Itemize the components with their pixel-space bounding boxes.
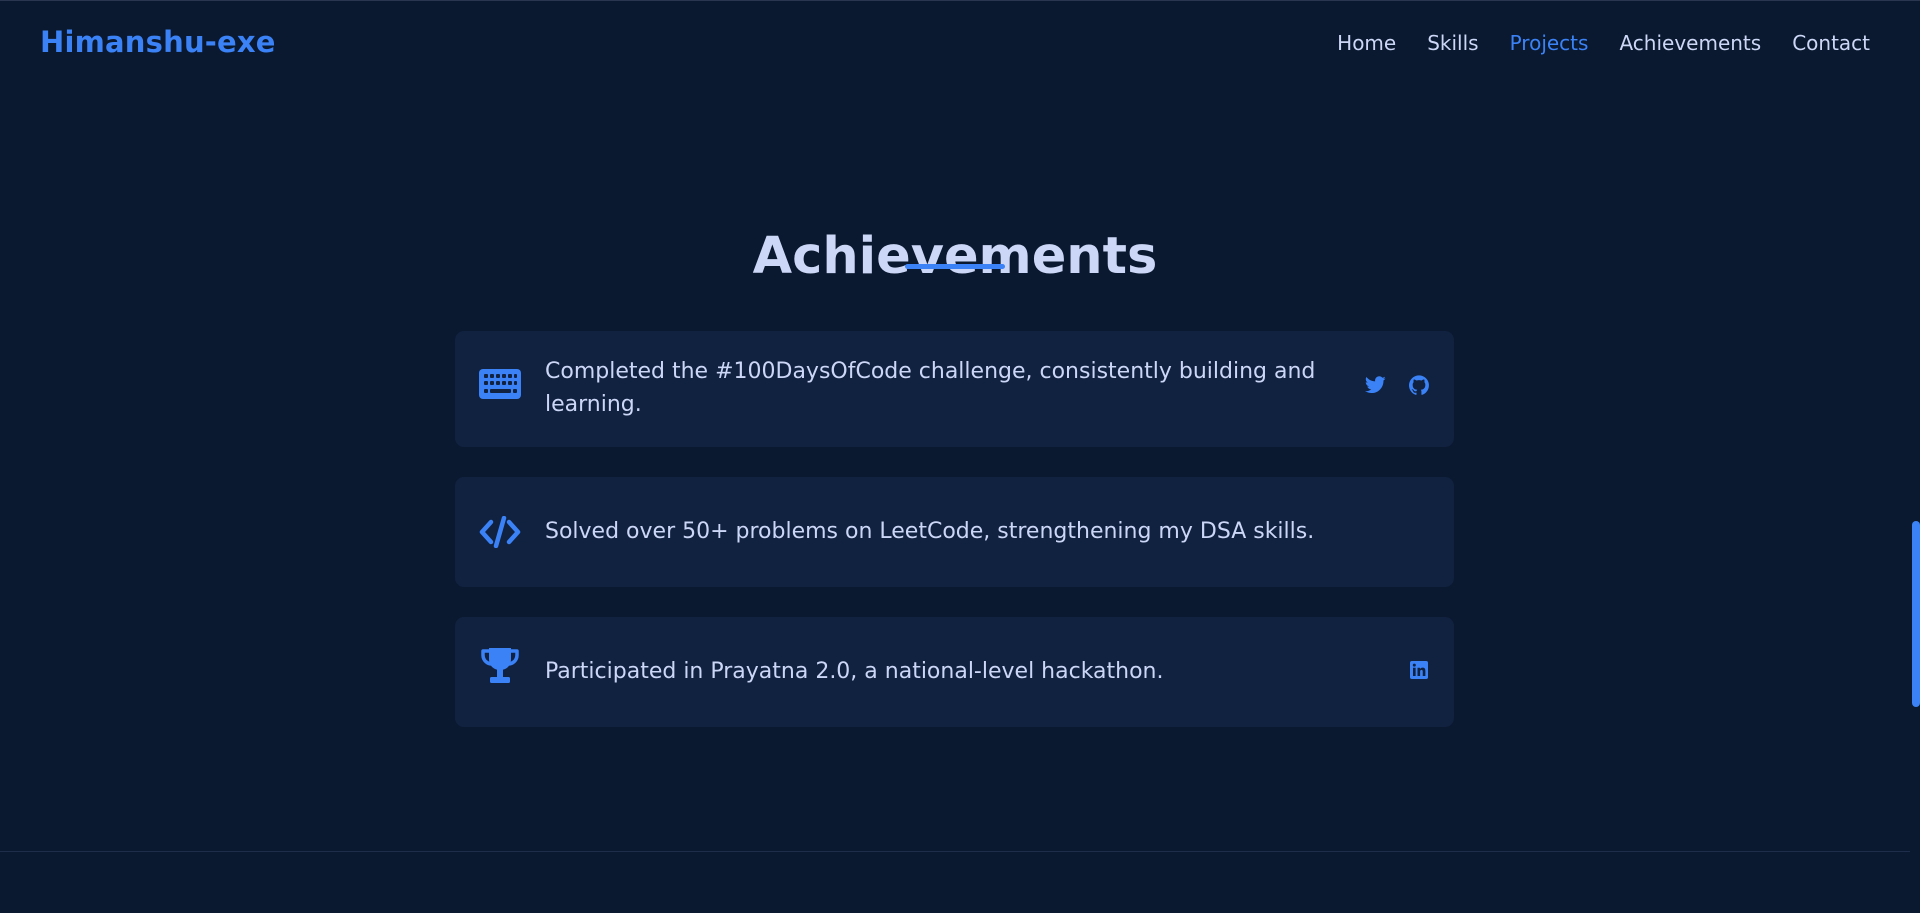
- nav-link-skills[interactable]: Skills: [1427, 31, 1478, 55]
- nav-link-home[interactable]: Home: [1337, 31, 1396, 55]
- code-icon: [479, 511, 521, 553]
- title-underline: [905, 264, 1005, 269]
- achievement-text: Solved over 50+ problems on LeetCode, st…: [545, 519, 1315, 544]
- achievement-card: Solved over 50+ problems on LeetCode, st…: [455, 477, 1454, 587]
- linkedin-icon[interactable]: [1408, 659, 1430, 681]
- achievement-text: Completed the #100DaysOfCode challenge, …: [545, 359, 1316, 417]
- achievement-links: [1408, 659, 1430, 681]
- scrollbar-thumb[interactable]: [1912, 521, 1920, 707]
- nav-link-achievements[interactable]: Achievements: [1619, 31, 1761, 55]
- page: Himanshu-exe Home Skills Projects Achiev…: [0, 0, 1920, 913]
- achievement-links: [1364, 374, 1430, 396]
- achievement-card: Completed the #100DaysOfCode challenge, …: [455, 331, 1454, 447]
- trophy-icon: [479, 645, 521, 687]
- nav-link-projects[interactable]: Projects: [1510, 31, 1589, 55]
- achievement-card: Participated in Prayatna 2.0, a national…: [455, 617, 1454, 727]
- navbar: Himanshu-exe Home Skills Projects Achiev…: [0, 1, 1920, 87]
- section-title: Achievements: [752, 227, 1158, 287]
- site-logo[interactable]: Himanshu-exe: [40, 25, 276, 59]
- github-icon[interactable]: [1408, 374, 1430, 396]
- nav-links: Home Skills Projects Achievements Contac…: [1337, 31, 1870, 55]
- achievement-text: Participated in Prayatna 2.0, a national…: [545, 659, 1164, 684]
- nav-link-contact[interactable]: Contact: [1792, 31, 1870, 55]
- keyboard-icon: [479, 363, 521, 405]
- twitter-icon[interactable]: [1364, 374, 1386, 396]
- footer-divider: [0, 851, 1910, 852]
